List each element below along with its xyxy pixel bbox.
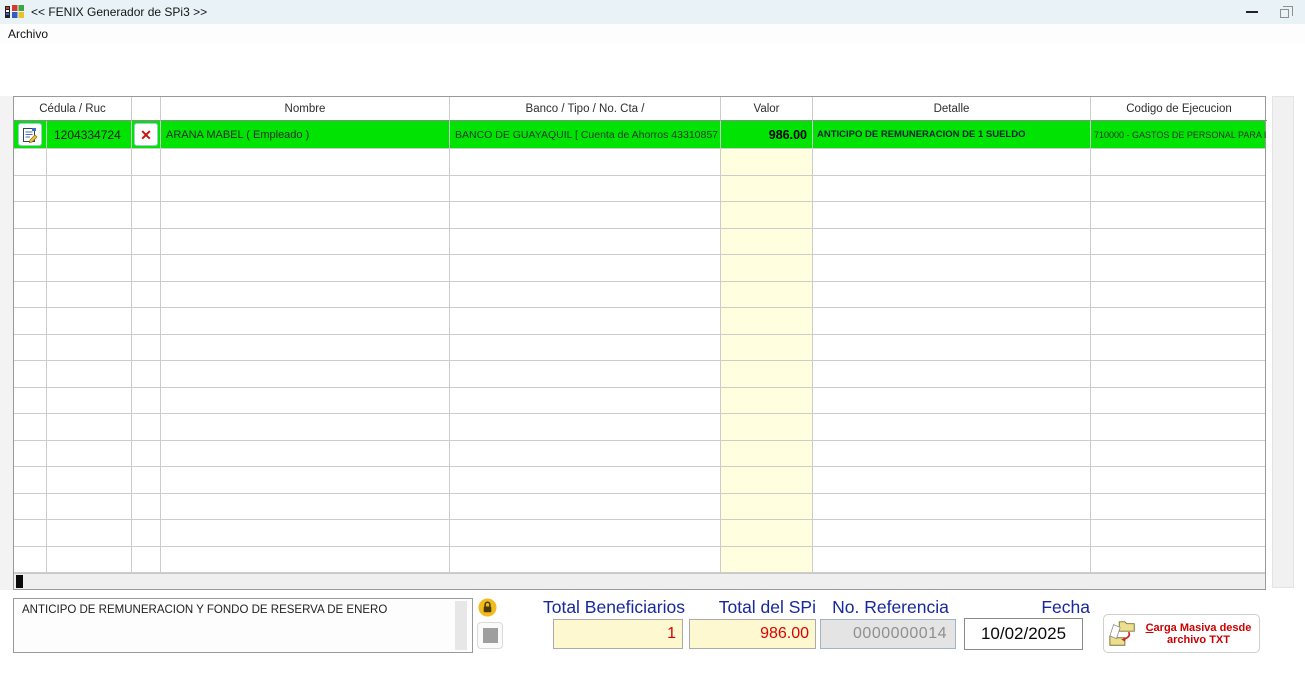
table-row-empty[interactable]: [14, 387, 1265, 414]
no-referencia-field[interactable]: 0000000014: [820, 619, 956, 649]
minimize-button[interactable]: [1236, 0, 1268, 24]
restore-icon: [1279, 5, 1293, 18]
cell-detalle[interactable]: ANTICIPO DE REMUNERACION DE 1 SUELDO: [813, 121, 1091, 148]
table-row-empty[interactable]: [14, 308, 1265, 335]
title-bar: << FENIX Generador de SPi3 >>: [0, 0, 1305, 24]
header-codigo-ejecucion[interactable]: Codigo de Ejecucion: [1091, 97, 1267, 121]
window-title: << FENIX Generador de SPi3 >>: [31, 5, 208, 19]
cell-nombre[interactable]: ARANA MABEL ( Empleado ): [161, 121, 450, 148]
app-icon: [5, 5, 24, 18]
gray-square-icon: [482, 628, 498, 643]
menu-bar: Archivo: [0, 24, 1305, 44]
toolbar: Agregar Pagos Salir: [0, 44, 1305, 133]
carga-masiva-label: Carga Masiva desde archivo TXT: [1145, 621, 1252, 646]
table-row-empty[interactable]: [14, 281, 1265, 308]
total-beneficiarios-field[interactable]: 1: [553, 619, 683, 649]
left-margin: [0, 96, 13, 590]
header-valor[interactable]: Valor: [721, 97, 813, 121]
table-row-empty[interactable]: [14, 414, 1265, 441]
table-row-selected[interactable]: 1204334724 ✕ ARANA MABEL ( Empleado ) BA…: [14, 121, 1267, 149]
table-row-empty[interactable]: [14, 334, 1265, 361]
table-row-empty[interactable]: [14, 149, 1265, 176]
no-referencia-label: No. Referencia: [832, 597, 949, 617]
edit-row-button[interactable]: [18, 123, 42, 146]
total-spi-label: Total del SPi: [718, 597, 816, 617]
table-row-empty[interactable]: [14, 202, 1265, 229]
table-row-empty[interactable]: [14, 546, 1265, 573]
delete-x-icon: ✕: [140, 126, 152, 143]
table-row-empty[interactable]: [14, 520, 1265, 547]
gray-square-button[interactable]: [477, 622, 503, 649]
carga-masiva-button[interactable]: Carga Masiva desde archivo TXT: [1103, 614, 1260, 653]
table-row-empty[interactable]: [14, 255, 1265, 282]
header-cedula-ruc[interactable]: Cédula / Ruc: [14, 97, 132, 121]
payments-table: Cédula / Ruc Nombre Banco / Tipo / No. C…: [13, 96, 1267, 590]
descripcion-scrollbar[interactable]: [455, 601, 467, 650]
table-row-empty[interactable]: [14, 228, 1265, 255]
lock-icon: [478, 598, 497, 617]
fecha-label: Fecha: [1041, 597, 1090, 617]
table-header-row: Cédula / Ruc Nombre Banco / Tipo / No. C…: [14, 97, 1267, 121]
table-row-empty[interactable]: [14, 175, 1265, 202]
table-row-empty[interactable]: [14, 467, 1265, 494]
menu-archivo[interactable]: Archivo: [0, 25, 56, 43]
total-beneficiarios-label: Total Beneficiarios: [542, 597, 685, 617]
cell-valor[interactable]: 986.00: [721, 121, 813, 148]
header-banco[interactable]: Banco / Tipo / No. Cta /: [450, 97, 721, 121]
fecha-field[interactable]: 10/02/2025: [964, 618, 1083, 650]
cell-banco[interactable]: BANCO DE GUAYAQUIL [ Cuenta de Ahorros 4…: [450, 121, 721, 148]
bulk-load-folder-icon: [1109, 620, 1135, 646]
horizontal-scrollbar-thumb[interactable]: [16, 575, 23, 588]
delete-row-button[interactable]: ✕: [134, 123, 158, 146]
edit-form-icon: [23, 127, 38, 143]
horizontal-scrollbar[interactable]: [14, 573, 1265, 589]
cell-codigo[interactable]: 710000 - GASTOS DE PERSONAL PARA INVERSI: [1091, 121, 1267, 148]
cell-cedula[interactable]: 1204334724: [47, 121, 132, 148]
total-spi-field[interactable]: 986.00: [689, 619, 816, 649]
table-row-empty[interactable]: [14, 361, 1265, 388]
table-row-empty[interactable]: [14, 440, 1265, 467]
vertical-scrollbar[interactable]: [1272, 96, 1294, 588]
header-detalle[interactable]: Detalle: [813, 97, 1091, 121]
header-delete-column: [132, 97, 161, 121]
restore-button[interactable]: [1268, 0, 1300, 24]
header-nombre[interactable]: Nombre: [161, 97, 450, 121]
minimize-icon: [1246, 11, 1258, 13]
table-row-empty[interactable]: [14, 493, 1265, 520]
descripcion-textarea[interactable]: ANTICIPO DE REMUNERACION Y FONDO DE RESE…: [13, 598, 473, 653]
